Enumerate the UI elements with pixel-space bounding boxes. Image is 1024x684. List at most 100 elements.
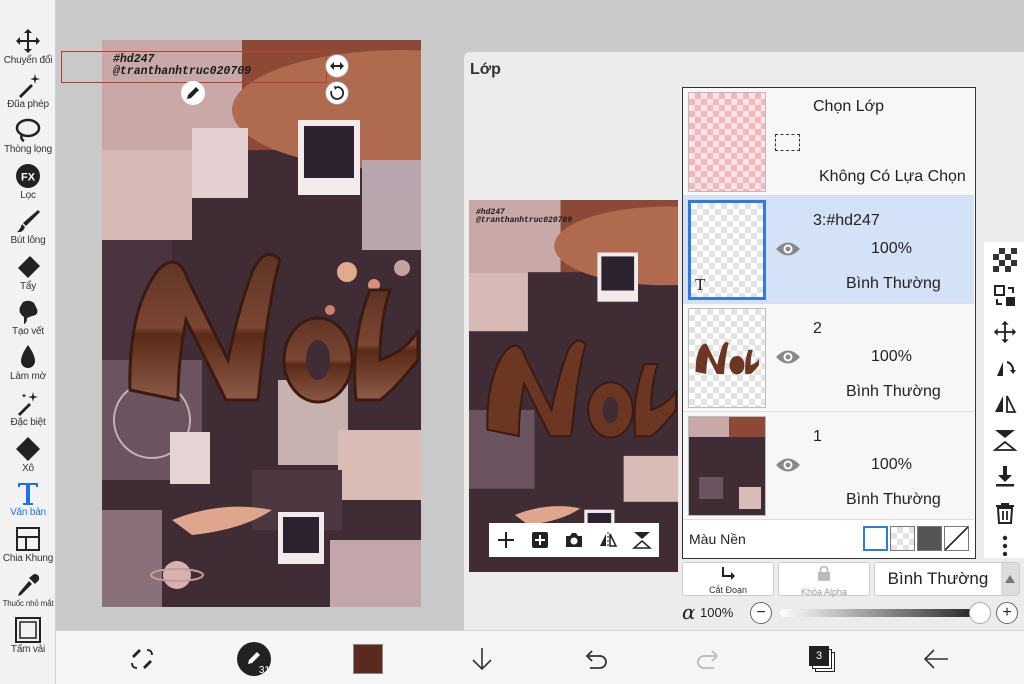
flip-horizontal-icon[interactable] xyxy=(598,530,618,550)
layer-down-button[interactable] xyxy=(466,643,498,675)
brush-size-value: 31 xyxy=(258,665,270,676)
artwork-image xyxy=(102,40,421,607)
alpha-lock-label: Khóa Alpha xyxy=(800,587,848,597)
undo-button[interactable] xyxy=(579,643,611,675)
flip-layer-icon[interactable] xyxy=(993,392,1017,416)
move-icon xyxy=(16,29,40,53)
tool-blur[interactable]: Làm mờ xyxy=(0,344,56,382)
layer-tools-column xyxy=(984,242,1024,558)
tool-text[interactable]: Văn bản xyxy=(0,480,56,518)
background-none-swatch[interactable] xyxy=(944,526,969,551)
alpha-lock-icon xyxy=(818,565,830,581)
layer-opacity: 100% xyxy=(871,240,912,257)
selection-layer-row[interactable]: Chọn Lớp Không Có Lựa Chọn xyxy=(683,88,974,196)
arrow-left-icon xyxy=(923,649,948,669)
redo-button[interactable] xyxy=(693,643,725,675)
tool-canvas[interactable]: Tấm vải xyxy=(0,617,56,655)
eye-icon[interactable] xyxy=(775,348,801,366)
tool-label: Lọc xyxy=(20,190,36,201)
tool-label: Chia Khung xyxy=(2,553,54,564)
artwork-canvas[interactable]: #hd247 @tranthanhtruc020709 xyxy=(102,40,421,607)
tool-special[interactable]: Đặc biệt xyxy=(0,390,56,428)
back-button[interactable] xyxy=(920,643,952,675)
add-layer-copy-icon[interactable] xyxy=(530,530,550,550)
tool-label: Đặc biệt xyxy=(10,417,46,428)
blend-mode-value: Bình Thường xyxy=(887,569,989,588)
undo-icon xyxy=(585,650,607,669)
svg-text:FX: FX xyxy=(21,172,36,184)
background-transparent-swatch[interactable] xyxy=(890,526,915,551)
tool-frame-divider[interactable]: Chia Khung xyxy=(0,526,56,564)
camera-icon[interactable] xyxy=(564,530,584,550)
checkerboard-icon[interactable] xyxy=(993,248,1017,272)
opacity-decrease-button[interactable]: − xyxy=(750,602,772,624)
eye-icon[interactable] xyxy=(775,240,801,258)
tool-eraser[interactable]: Tẩy xyxy=(0,254,56,292)
tool-lasso[interactable]: Thòng lọng xyxy=(0,117,56,155)
opacity-slider-track[interactable] xyxy=(780,602,991,624)
edit-text-button[interactable] xyxy=(181,81,205,105)
background-dark-swatch[interactable] xyxy=(917,526,942,551)
layers-icon: 3 xyxy=(809,646,835,672)
alpha-lock-button[interactable]: Khóa Alpha xyxy=(778,562,870,597)
merge-down-icon[interactable] xyxy=(993,464,1017,488)
layer-row[interactable]: 1 100% Bình Thường xyxy=(683,412,974,520)
layer-thumbnail xyxy=(688,308,766,408)
layers-button[interactable]: 3 xyxy=(806,643,838,675)
opacity-increase-button[interactable]: + xyxy=(996,602,1018,624)
color-button[interactable] xyxy=(352,643,384,675)
rotate-icon xyxy=(330,86,345,100)
preview-image xyxy=(469,200,678,572)
layer-row[interactable]: 2 100% Bình Thường xyxy=(683,304,974,412)
tool-magic-wand[interactable]: Đũa phép xyxy=(0,72,56,110)
text-icon xyxy=(18,483,38,505)
scale-handle[interactable] xyxy=(325,54,349,78)
brush-size-button[interactable]: 31 xyxy=(236,641,272,677)
canvas-preview[interactable]: #hd247 @tranthanhtruc020709 xyxy=(469,200,678,572)
tool-eyedropper[interactable]: Thuốc nhỏ mắt xyxy=(0,572,56,608)
alpha-symbol: α xyxy=(682,600,696,624)
canvas-area[interactable]: #hd247 @tranthanhtruc020709 Lớp #hd247 @… xyxy=(56,0,1024,630)
trash-icon[interactable] xyxy=(993,500,1017,524)
pencil-icon xyxy=(187,87,199,99)
tool-smudge[interactable]: Tạo vết xyxy=(0,299,56,337)
layer-count: 3 xyxy=(809,646,829,666)
more-options-icon[interactable] xyxy=(993,534,1017,558)
tool-fill[interactable]: Xô xyxy=(0,436,56,474)
add-layer-icon[interactable] xyxy=(496,530,516,550)
layer-list: Chọn Lớp Không Có Lựa Chọn T 3:#hd247 10… xyxy=(682,87,976,559)
layer-name: 3:#hd247 xyxy=(813,212,880,229)
transfer-layer-icon[interactable] xyxy=(993,284,1017,308)
tool-filter[interactable]: FX Lọc xyxy=(0,163,56,201)
bucket-icon xyxy=(16,437,40,461)
sparkle-icon xyxy=(18,392,38,416)
opacity-slider-knob[interactable] xyxy=(969,602,991,624)
flip-vertical-icon[interactable] xyxy=(993,428,1017,452)
merge-down-icon[interactable] xyxy=(632,530,652,550)
eye-icon[interactable] xyxy=(775,456,801,474)
text-layer-marker: T xyxy=(695,275,706,294)
rotate-handle[interactable] xyxy=(325,81,349,105)
rotate-layer-icon[interactable] xyxy=(993,356,1017,380)
layer-actions-bar xyxy=(489,523,659,557)
brush-icon xyxy=(17,210,40,233)
text-selection-box[interactable] xyxy=(61,51,327,83)
transform-toggle-button[interactable] xyxy=(126,643,158,675)
tool-palette: Chuyển đổi Đũa phép Thòng lọng FX Lọc Bú… xyxy=(0,0,56,684)
blend-mode-select[interactable]: Bình Thường xyxy=(874,562,1020,596)
triangle-up-icon xyxy=(1005,575,1015,583)
layer-name: 2 xyxy=(813,320,822,337)
tool-transform[interactable]: Chuyển đổi xyxy=(0,28,56,66)
tool-brush[interactable]: Bút lông xyxy=(0,208,56,246)
background-white-swatch[interactable] xyxy=(863,526,888,551)
preview-caption-handle: @tranthanhtruc020709 xyxy=(476,216,573,226)
background-color-label: Màu Nền xyxy=(689,531,746,547)
clipping-button[interactable]: Cắt Đoạn xyxy=(682,562,774,596)
layer-row[interactable]: T 3:#hd247 100% Bình Thường xyxy=(683,196,974,304)
tool-label: Làm mờ xyxy=(10,371,46,382)
move-layer-icon[interactable] xyxy=(993,320,1017,344)
layer-opacity: 100% xyxy=(871,348,912,365)
layer-thumbnail xyxy=(688,416,766,516)
horizontal-arrows-icon xyxy=(330,62,344,70)
blend-mode-arrow xyxy=(1001,563,1019,595)
